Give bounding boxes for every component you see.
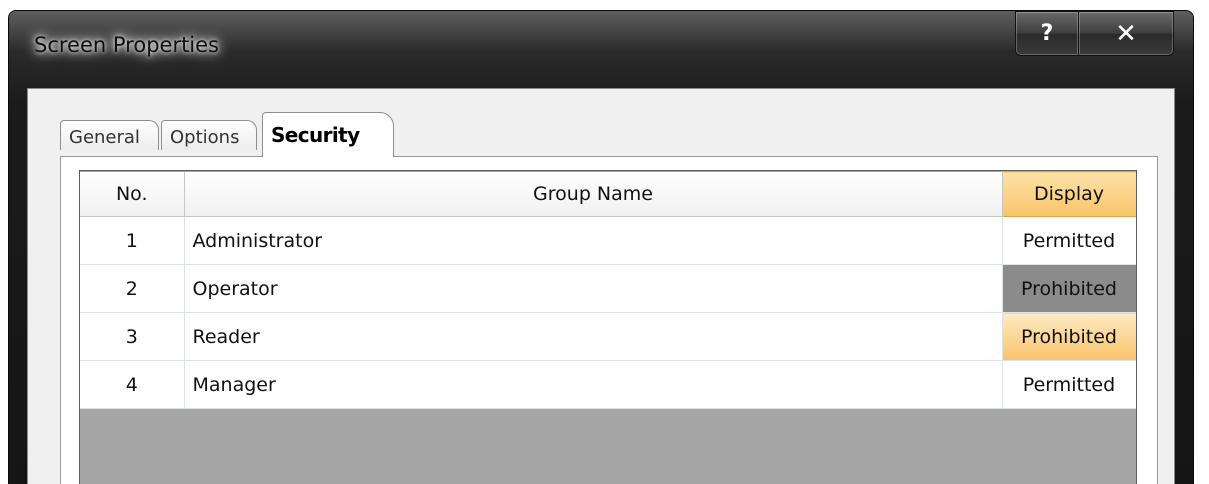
security-table: No. Group Name Display 1 Administrator P… (80, 171, 1136, 409)
row-number: 4 (80, 360, 185, 409)
tab-security[interactable]: Security (262, 112, 394, 157)
table-row[interactable]: 3 Reader Prohibited (80, 312, 1136, 361)
group-name-cell[interactable]: Reader (184, 312, 1003, 361)
group-name-cell[interactable]: Manager (184, 360, 1003, 409)
display-permission-cell[interactable]: Permitted (1002, 360, 1136, 409)
window-title: Screen Properties (34, 33, 220, 57)
display-permission-cell-selected[interactable]: Prohibited (1002, 264, 1136, 313)
tab-general[interactable]: General (60, 120, 159, 150)
table-row[interactable]: 1 Administrator Permitted (80, 216, 1136, 265)
security-tab-panel: No. Group Name Display 1 Administrator P… (60, 156, 1158, 484)
tab-options[interactable]: Options (161, 120, 257, 150)
dialog-window: Screen Properties ? ✕ General Options Se… (8, 10, 1194, 484)
column-header-group-name[interactable]: Group Name (184, 171, 1003, 217)
dialog-client-area: General Options Security No. Group Name (27, 88, 1175, 484)
display-permission-cell-hover[interactable]: Prohibited (1002, 312, 1136, 361)
help-button[interactable]: ? (1015, 11, 1079, 56)
display-permission-cell[interactable]: Permitted (1002, 216, 1136, 265)
group-name-cell[interactable]: Administrator (184, 216, 1003, 265)
row-number: 2 (80, 264, 185, 313)
column-header-no[interactable]: No. (80, 171, 185, 217)
column-header-display[interactable]: Display (1001, 171, 1136, 217)
row-number: 1 (80, 216, 185, 265)
security-grid: No. Group Name Display 1 Administrator P… (79, 170, 1137, 484)
table-row[interactable]: 2 Operator Prohibited (80, 264, 1136, 313)
close-icon: ✕ (1115, 18, 1137, 49)
group-name-cell[interactable]: Operator (184, 264, 1003, 313)
close-button[interactable]: ✕ (1079, 11, 1174, 56)
table-header-row: No. Group Name Display (80, 171, 1136, 217)
tab-strip: General Options Security (60, 110, 420, 157)
row-number: 3 (80, 312, 185, 361)
caption-buttons: ? ✕ (1015, 11, 1176, 56)
table-row[interactable]: 4 Manager Permitted (80, 360, 1136, 409)
help-icon: ? (1040, 21, 1054, 46)
